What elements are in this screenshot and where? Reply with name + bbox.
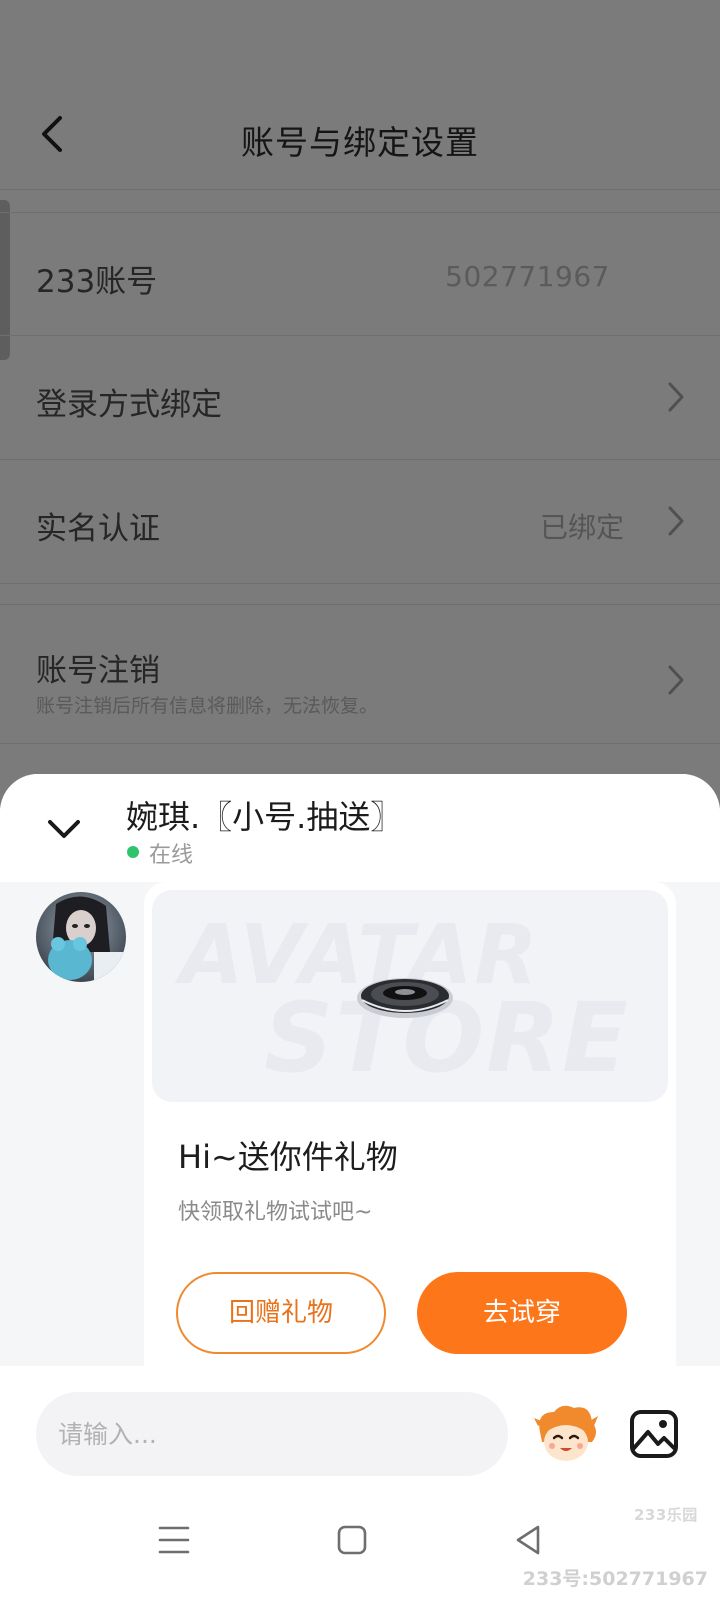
screen: 账号与绑定设置 233账号 502771967 登录方式绑定 实名认证 已绑定 … xyxy=(0,0,720,1604)
gift-title: Hi~送你件礼物 xyxy=(178,1138,398,1176)
online-status-text: 在线 xyxy=(149,843,194,868)
page-header: 账号与绑定设置 xyxy=(0,80,720,190)
row-account-id: 233账号 502771967 xyxy=(0,212,720,336)
back-triangle-icon xyxy=(516,1525,540,1555)
real-name-status: 已绑定 xyxy=(539,511,624,544)
mascot-emoji-icon xyxy=(534,1405,598,1461)
image-icon xyxy=(630,1410,678,1458)
page-title: 账号与绑定设置 xyxy=(241,123,479,162)
row-sub-label: 账号注销后所有信息将删除，无法恢复。 xyxy=(36,695,379,717)
nav-home-button[interactable] xyxy=(330,1518,374,1562)
input-bar xyxy=(0,1366,720,1490)
watermark-logo: 233乐园 xyxy=(634,1506,698,1524)
row-label: 实名认证 xyxy=(36,511,160,547)
row-label: 登录方式绑定 xyxy=(36,387,222,423)
row-real-name[interactable]: 实名认证 已绑定 xyxy=(0,460,720,584)
try-on-button[interactable]: 去试穿 xyxy=(417,1272,627,1354)
avatar[interactable] xyxy=(36,892,126,982)
message-list[interactable]: AVATAR STORE Hi~送你件礼物 快领取礼物试试吧~ 回赠礼物 去试穿 xyxy=(0,882,720,1382)
row-login-binding[interactable]: 登录方式绑定 xyxy=(0,336,720,460)
row-account-cancel[interactable]: 账号注销 账号注销后所有信息将删除，无法恢复。 xyxy=(0,604,720,744)
chat-header: 婉琪.〖小号.抽送〗 在线 xyxy=(0,774,720,882)
home-icon xyxy=(337,1525,367,1555)
online-status-dot xyxy=(127,846,139,858)
contact-name: 婉琪.〖小号.抽送〗 xyxy=(126,798,403,836)
system-nav-bar: 233乐园 233号:502771967 xyxy=(0,1490,720,1604)
menu-icon xyxy=(158,1526,190,1554)
chevron-right-icon xyxy=(666,504,686,538)
row-label: 账号注销 xyxy=(36,653,160,689)
emoji-button[interactable] xyxy=(532,1402,600,1466)
nav-menu-button[interactable] xyxy=(152,1518,196,1562)
avatar-image xyxy=(36,892,126,982)
row-label: 233账号 xyxy=(36,264,158,300)
chat-sheet: 婉琪.〖小号.抽送〗 在线 AVATAR STORE Hi~送你件礼物 快领取礼… xyxy=(0,774,720,1604)
watermark-id: 233号:502771967 xyxy=(522,1568,708,1590)
chevron-right-icon xyxy=(666,663,686,697)
gift-subtitle: 快领取礼物试试吧~ xyxy=(178,1200,373,1225)
return-gift-button[interactable]: 回赠礼物 xyxy=(176,1272,386,1354)
gift-card: AVATAR STORE Hi~送你件礼物 快领取礼物试试吧~ 回赠礼物 去试穿 xyxy=(144,882,676,1382)
account-id-value: 502771967 xyxy=(445,260,610,293)
collapse-button[interactable] xyxy=(44,814,84,844)
image-button[interactable] xyxy=(626,1406,682,1462)
chevron-down-icon xyxy=(48,820,80,838)
gift-item-image xyxy=(350,968,460,1024)
chevron-right-icon xyxy=(666,380,686,414)
nav-back-button[interactable] xyxy=(508,1518,552,1562)
gift-banner: AVATAR STORE xyxy=(152,890,668,1102)
message-input[interactable] xyxy=(36,1392,508,1476)
